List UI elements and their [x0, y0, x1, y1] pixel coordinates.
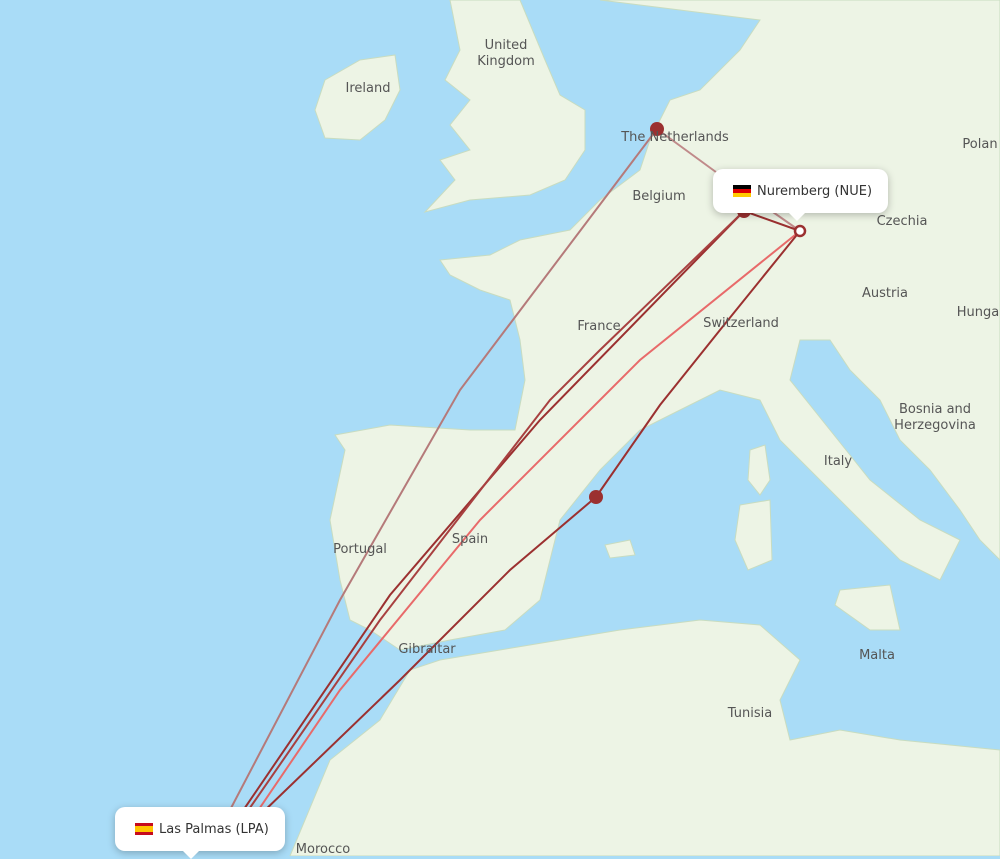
- country-label: United Kingdom: [477, 38, 535, 69]
- origin-popup[interactable]: Las Palmas (LPA): [115, 807, 285, 859]
- stop-barcelona-marker[interactable]: [589, 490, 603, 504]
- origin-name: Las Palmas (LPA): [159, 821, 269, 837]
- destination-popup[interactable]: Nuremberg (NUE): [713, 169, 889, 221]
- country-label: Italy: [823, 454, 853, 469]
- country-label: Tunisia: [727, 706, 773, 721]
- map[interactable]: [0, 0, 1000, 856]
- destination-name: Nuremberg (NUE): [757, 183, 873, 199]
- country-label: Belgium: [632, 189, 686, 204]
- spain-flag-icon: [135, 823, 153, 835]
- country-label: Switzerland: [703, 316, 779, 331]
- destination-marker[interactable]: [793, 224, 807, 238]
- country-label: Gibraltar: [398, 642, 456, 657]
- country-label: Spain: [451, 532, 489, 547]
- germany-flag-icon: [733, 185, 751, 197]
- country-label: Austria: [862, 286, 908, 301]
- country-label: Malta: [859, 648, 895, 663]
- country-label: Ireland: [345, 81, 391, 96]
- country-label: The Netherlands: [621, 130, 729, 145]
- country-label: France: [577, 319, 621, 334]
- country-label: Hunga: [956, 305, 1000, 320]
- country-label: Czechia: [876, 214, 928, 229]
- country-label: Bosnia and Herzegovina: [894, 402, 976, 433]
- country-label: Portugal: [333, 542, 387, 557]
- country-label: Polan: [962, 137, 998, 152]
